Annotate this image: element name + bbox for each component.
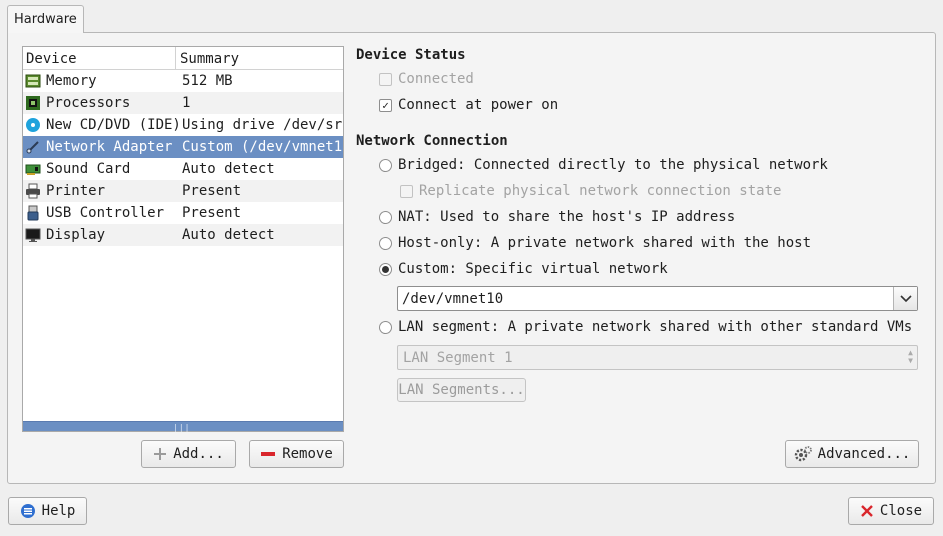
nat-radio[interactable]: NAT: Used to share the host's IP address (379, 209, 735, 225)
display-icon (25, 227, 41, 243)
device-name: New CD/DVD (IDE) (46, 117, 181, 133)
device-summary: Present (182, 183, 242, 199)
device-list-header: Device Summary (23, 47, 343, 70)
memory-icon (25, 73, 41, 89)
checkbox-box: ✓ (379, 98, 392, 112)
checkbox-box (400, 184, 413, 198)
usb-icon (25, 205, 41, 221)
device-row-cd-dvd[interactable]: New CD/DVD (IDE) Using drive /dev/sr0 (23, 114, 343, 136)
lan-segment-label: LAN segment: A private network shared wi… (398, 319, 913, 335)
advanced-label: Advanced... (817, 446, 911, 462)
device-name: USB Controller (46, 205, 165, 221)
device-name: Processors (46, 95, 131, 111)
lan-segments-button[interactable]: LAN Segments... (397, 378, 526, 402)
custom-network-value: /dev/vmnet10 (402, 290, 504, 307)
sound-card-icon (25, 161, 41, 177)
lan-segments-label: LAN Segments... (398, 382, 525, 398)
device-list[interactable]: Device Summary Memory 512 MB Processors … (22, 46, 344, 432)
replicate-state-checkbox[interactable]: Replicate physical network connection st… (400, 183, 781, 199)
network-adapter-icon (25, 139, 41, 155)
device-summary: Auto detect (182, 161, 275, 177)
device-summary: Custom (/dev/vmnet10 (182, 139, 343, 155)
custom-radio[interactable]: Custom: Specific virtual network (379, 261, 668, 277)
column-header-summary[interactable]: Summary (176, 47, 239, 69)
horizontal-scrollbar[interactable]: ||| (23, 421, 343, 432)
device-summary: Auto detect (182, 227, 275, 243)
device-name: Printer (46, 183, 106, 199)
connected-label: Connected (398, 71, 474, 87)
device-name: Network Adapter (46, 139, 173, 155)
remove-device-button[interactable]: Remove (249, 440, 344, 468)
radio-circle (379, 320, 392, 334)
device-summary: Using drive /dev/sr0 (182, 117, 343, 133)
device-row-usb-controller[interactable]: USB Controller Present (23, 202, 343, 224)
radio-circle (379, 262, 392, 276)
device-summary: 1 (182, 95, 191, 111)
advanced-button[interactable]: Advanced... (785, 440, 919, 468)
remove-device-label: Remove (282, 446, 333, 462)
radio-circle (379, 158, 392, 172)
close-icon (860, 504, 874, 518)
plus-icon (153, 447, 167, 461)
gear-icon (794, 446, 812, 462)
scrollbar-grip: ||| (173, 423, 191, 432)
device-row-network-adapter[interactable]: Network Adapter Custom (/dev/vmnet10 (23, 136, 343, 158)
replicate-state-label: Replicate physical network connection st… (419, 183, 782, 199)
device-summary: Present (182, 205, 242, 221)
spin-arrows-icon: ▲ ▼ (908, 348, 913, 365)
lan-segment-radio[interactable]: LAN segment: A private network shared wi… (379, 319, 912, 335)
device-row-processors[interactable]: Processors 1 (23, 92, 343, 114)
device-summary: 512 MB (182, 73, 233, 89)
close-label: Close (879, 503, 923, 519)
nat-label: NAT: Used to share the host's IP address (398, 209, 736, 225)
custom-network-dropdown[interactable]: /dev/vmnet10 (397, 286, 918, 311)
close-button[interactable]: Close (848, 497, 934, 525)
lan-segment-select[interactable]: LAN Segment 1 ▲ ▼ (397, 345, 918, 370)
processor-icon (25, 95, 41, 111)
tab-hardware[interactable]: Hardware (7, 5, 84, 33)
host-only-radio[interactable]: Host-only: A private network shared with… (379, 235, 811, 251)
chevron-down-icon[interactable] (893, 287, 917, 310)
device-row-printer[interactable]: Printer Present (23, 180, 343, 202)
device-name: Memory (46, 73, 97, 89)
device-row-display[interactable]: Display Auto detect (23, 224, 343, 246)
bridged-radio[interactable]: Bridged: Connected directly to the physi… (379, 157, 828, 173)
minus-icon (260, 447, 276, 461)
custom-label: Custom: Specific virtual network (398, 261, 668, 277)
add-device-label: Add... (173, 446, 224, 462)
add-device-button[interactable]: Add... (141, 440, 236, 468)
radio-circle (379, 210, 392, 224)
connect-at-power-on-label: Connect at power on (398, 97, 559, 113)
lan-segment-value: LAN Segment 1 (403, 349, 513, 366)
connected-checkbox[interactable]: Connected (379, 71, 474, 87)
device-name: Sound Card (46, 161, 131, 177)
device-name: Display (46, 227, 106, 243)
device-row-memory[interactable]: Memory 512 MB (23, 70, 343, 92)
checkbox-box (379, 72, 392, 86)
device-status-heading: Device Status (356, 47, 466, 63)
printer-icon (25, 183, 41, 199)
help-label: Help (41, 503, 76, 519)
device-row-sound-card[interactable]: Sound Card Auto detect (23, 158, 343, 180)
help-icon (20, 503, 36, 519)
host-only-label: Host-only: A private network shared with… (398, 235, 812, 251)
connect-at-power-on-checkbox[interactable]: ✓ Connect at power on (379, 97, 558, 113)
bridged-label: Bridged: Connected directly to the physi… (398, 157, 828, 173)
radio-circle (379, 236, 392, 250)
network-connection-heading: Network Connection (356, 133, 508, 149)
help-button[interactable]: Help (8, 497, 87, 525)
column-header-device[interactable]: Device (23, 47, 176, 69)
cd-dvd-icon (25, 117, 41, 133)
